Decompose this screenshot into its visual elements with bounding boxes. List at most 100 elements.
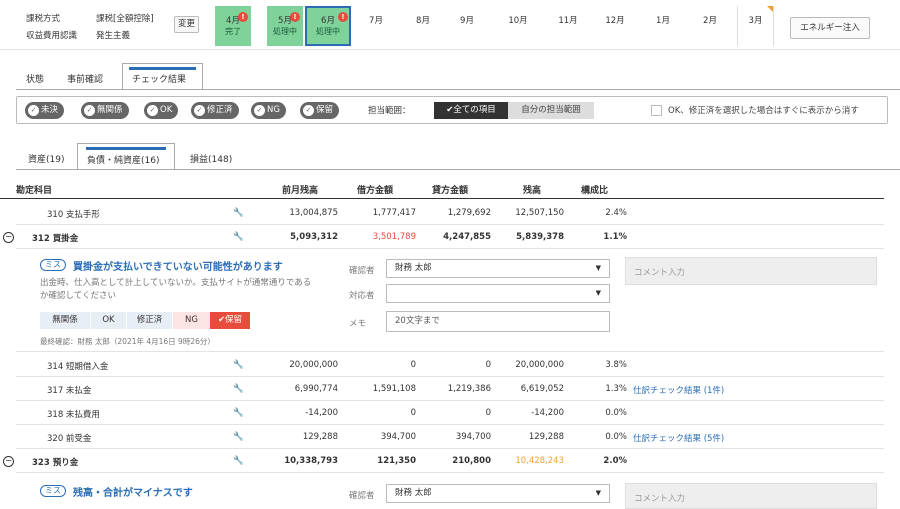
filter-fixed[interactable]: ✓ 修正済 (191, 102, 239, 119)
status-hold-button[interactable]: ✔保留 (210, 312, 250, 329)
issue-panel: ミス 残高・合計がマイナスです 確認者 財務 太郎 ▼ コメント入力 (16, 473, 884, 509)
journal-check-link[interactable]: 仕訳チェック結果 (1件) (633, 384, 724, 396)
revenue-value: 発生主義 (96, 31, 131, 41)
debit: 0 (410, 360, 416, 370)
tab-liabilities-label[interactable]: 負債・純資産(16) (87, 153, 159, 166)
filter-undecided[interactable]: ✓ 未決 (25, 102, 65, 119)
hide-option-checkbox[interactable] (651, 105, 662, 116)
account-name: 317 未払金 (47, 386, 92, 396)
tab-profit-loss[interactable]: 損益(148) (190, 152, 232, 165)
active-tab-indicator (129, 67, 196, 70)
handler-select[interactable]: ▼ (386, 284, 610, 303)
tab-divider (16, 169, 900, 170)
table-row[interactable]: 310 支払手形 🔧 13,004,875 1,777,417 1,279,69… (16, 201, 884, 225)
filter-ng[interactable]: ✓ NG (251, 102, 286, 119)
month-january[interactable]: 1月 (645, 6, 681, 46)
credit: 0 (485, 360, 491, 370)
wrench-icon[interactable]: 🔧 (233, 432, 244, 442)
energy-button[interactable]: エネルギー注入 (790, 17, 870, 39)
month-label: 7月 (369, 16, 383, 26)
wrench-icon[interactable]: 🔧 (233, 456, 244, 466)
month-april[interactable]: 4月 完了 ! (215, 6, 251, 46)
check-icon: ✓ (147, 105, 158, 116)
prev-balance: 20,000,000 (289, 360, 338, 370)
filter-label: NG (267, 105, 280, 115)
issue-description-line2: か確認してください (40, 291, 116, 301)
table-row[interactable]: 320 前受金 🔧 129,288 394,700 394,700 129,28… (16, 425, 884, 449)
alert-icon: ! (290, 12, 300, 22)
scope-label: 担当範囲： (368, 106, 411, 116)
scope-mine-button[interactable]: 自分の担当範囲 (508, 102, 594, 119)
month-december[interactable]: 12月 (597, 6, 633, 46)
filter-bar: ✓ 未決 ✓ 無関係 ✓ OK ✓ 修正済 ✓ NG ✓ 保留 担当範囲： ✔全ての項目 自… (16, 96, 888, 124)
month-february[interactable]: 2月 (692, 6, 728, 46)
status-fixed-button[interactable]: 修正済 (126, 312, 172, 329)
table-row[interactable]: − 312 買掛金 🔧 5,093,312 3,501,789 4,247,85… (3, 225, 884, 249)
tax-value: 課税[全額控除] (96, 14, 154, 24)
wrench-icon[interactable]: 🔧 (233, 208, 244, 218)
check-icon: ✓ (303, 105, 314, 116)
confirmer-value: 財務 太郎 (395, 488, 432, 498)
memo-placeholder: 20文字まで (395, 316, 440, 326)
status-ok-button[interactable]: OK (90, 312, 126, 329)
filter-hold[interactable]: ✓ 保留 (300, 102, 340, 119)
month-march[interactable]: 3月 (737, 6, 774, 46)
issue-title: 残高・合計がマイナスです (73, 488, 193, 499)
change-button[interactable]: 変更 (174, 16, 199, 33)
tab-check-results-label[interactable]: チェック結果 (132, 72, 186, 85)
confirmer-select[interactable]: 財務 太郎 ▼ (386, 259, 610, 278)
table-row[interactable]: − 323 預り金 🔧 10,338,793 121,350 210,800 1… (3, 449, 884, 473)
account-name: 310 支払手形 (47, 210, 100, 220)
wrench-icon[interactable]: 🔧 (233, 232, 244, 242)
month-label: 9月 (460, 16, 474, 26)
month-october[interactable]: 10月 (500, 6, 536, 46)
col-account: 勘定科目 (16, 186, 53, 196)
month-label: 8月 (416, 16, 430, 26)
credit: 4,247,855 (443, 232, 491, 242)
table-row[interactable]: 314 短期借入金 🔧 20,000,000 0 0 20,000,000 3.… (16, 353, 884, 377)
credit: 394,700 (455, 432, 491, 442)
filter-ok[interactable]: ✓ OK (144, 102, 179, 119)
tax-label: 課税方式 (26, 14, 61, 24)
confirmer-select[interactable]: 財務 太郎 ▼ (386, 484, 610, 503)
month-july[interactable]: 7月 (358, 6, 394, 46)
col-prev: 前月残高 (282, 186, 319, 196)
comment-input[interactable]: コメント入力 (625, 257, 877, 285)
tab-assets[interactable]: 資産(19) (28, 152, 64, 165)
filter-label: 修正済 (207, 105, 233, 115)
month-may[interactable]: 5月 処理中 ! (267, 6, 303, 46)
wrench-icon[interactable]: 🔧 (233, 408, 244, 418)
ratio: 3.8% (605, 360, 627, 370)
filter-irrelevant[interactable]: ✓ 無関係 (81, 102, 129, 119)
settings-block: 課税方式 課税[全額控除] 収益費用認識 発生主義 (20, 10, 200, 42)
month-august[interactable]: 8月 (405, 6, 441, 46)
filter-label: OK (160, 105, 173, 115)
month-label: 10月 (508, 16, 528, 26)
balance: -14,200 (531, 408, 564, 418)
balance: 12,507,150 (515, 208, 564, 218)
month-june[interactable]: 6月 処理中 ! (305, 6, 351, 46)
wrench-icon[interactable]: 🔧 (233, 360, 244, 370)
ratio: 1.3% (605, 384, 627, 394)
table-row[interactable]: 317 未払金 🔧 6,990,774 1,591,108 1,219,386 … (16, 377, 884, 401)
table-row[interactable]: 318 未払費用 🔧 -14,200 0 0 -14,200 0.0% (16, 401, 884, 425)
status-ng-button[interactable]: NG (172, 312, 210, 329)
collapse-icon[interactable]: − (3, 232, 14, 243)
comment-input[interactable]: コメント入力 (625, 483, 877, 509)
collapse-icon[interactable]: − (3, 456, 14, 467)
month-september[interactable]: 9月 (449, 6, 485, 46)
memo-input[interactable]: 20文字まで (386, 311, 610, 332)
tab-precheck[interactable]: 事前確認 (67, 72, 103, 85)
account-name: 323 預り金 (32, 458, 79, 468)
debit: 1,591,108 (372, 384, 416, 394)
miss-tag: ミス (40, 259, 66, 271)
wrench-icon[interactable]: 🔧 (233, 384, 244, 394)
status-irrelevant-button[interactable]: 無関係 (40, 312, 90, 329)
scope-all-button[interactable]: ✔全ての項目 (434, 102, 508, 119)
handler-label: 対応者 (349, 291, 375, 301)
issue-description-line1: 出金時、仕入高として計上していないか。支払サイトが通常通りである (40, 278, 312, 288)
tab-status[interactable]: 状態 (26, 72, 44, 85)
month-november[interactable]: 11月 (550, 6, 586, 46)
journal-check-link[interactable]: 仕訳チェック結果 (5件) (633, 432, 724, 444)
month-label: 11月 (558, 16, 578, 26)
